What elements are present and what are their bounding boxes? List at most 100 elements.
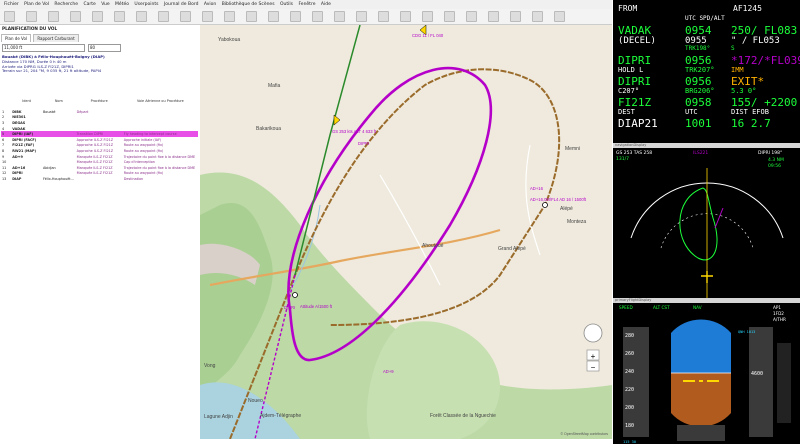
town-label: Grand Alépé — [498, 246, 526, 252]
navigation-display: navigationDisplay GS 253 TAS 258 131/7 I… — [613, 143, 800, 303]
menu-window[interactable]: Fenêtre — [298, 2, 315, 7]
flightplan-panel: PLANIFICATION DU VOL Plan de Vol Rapport… — [0, 25, 201, 439]
pan-control-icon[interactable] — [583, 323, 603, 343]
menu-tools[interactable]: Outils — [280, 2, 293, 7]
col-name[interactable]: Nom — [42, 98, 76, 109]
town-label: Ajdem-Télégraphe — [260, 413, 301, 419]
weather-icon[interactable] — [444, 11, 455, 22]
print-icon[interactable] — [70, 11, 81, 22]
settings-icon[interactable] — [532, 11, 543, 22]
town-label: Memni — [565, 146, 580, 152]
user-icon[interactable] — [290, 11, 301, 22]
mcdu-line-field: TRK198° — [685, 45, 711, 52]
airway-icon[interactable] — [268, 11, 279, 22]
col-ident[interactable]: Ident — [11, 98, 42, 109]
vsi — [777, 343, 791, 423]
col-airway[interactable]: Voie Aérienne ou Procédure — [123, 98, 198, 109]
panel-tabs: Plan de Vol Rapport Carburant — [1, 34, 80, 42]
route-icon[interactable] — [136, 11, 147, 22]
flightplan-table: Ident Nom Procédure Voie Aérienne ou Pro… — [1, 98, 198, 182]
new-icon[interactable] — [4, 11, 15, 22]
menu-help[interactable]: Aide — [321, 2, 331, 7]
panel-title: PLANIFICATION DU VOL — [2, 26, 58, 31]
route-waypoint-label: AD+16,0M/FL4 AD 16 / 1500ft — [530, 197, 587, 202]
menu-view[interactable]: Vue — [101, 2, 109, 7]
dipri-waypoint[interactable] — [292, 292, 298, 298]
menu-flightplan[interactable]: Plan de Vol — [24, 2, 49, 7]
zoom-out-icon: − — [591, 363, 596, 372]
direct-icon[interactable] — [158, 11, 169, 22]
table-cell: Destination — [123, 176, 144, 181]
town-label: Noueo — [248, 398, 263, 404]
zoom-field[interactable]: 80 — [88, 44, 121, 52]
waypoint-icon[interactable] — [246, 11, 257, 22]
mcdu-line-field: DIAP21 — [618, 117, 658, 130]
zoom-icon[interactable] — [356, 11, 367, 22]
inbound-track — [294, 25, 361, 276]
menu-file[interactable]: Fichier — [4, 2, 19, 7]
ndb-icon[interactable] — [224, 11, 235, 22]
col-num — [1, 98, 11, 109]
ad16-waypoint[interactable] — [542, 202, 548, 208]
flightplan-summary: Bouaké (DIBK) à Félix-Houphouët-Boigny (… — [2, 54, 198, 74]
legend-icon[interactable] — [510, 11, 521, 22]
airport-icon[interactable] — [180, 11, 191, 22]
mcdu-line-field: 5.3 0° — [731, 87, 757, 95]
mcdu-line-field: HOLD L — [618, 66, 644, 74]
table-cell: DIAP — [12, 176, 22, 181]
baro-setting: QNH 1013 — [738, 330, 755, 334]
table-row[interactable]: 13 DIAP Félix-Houphouët... Destination — [1, 176, 198, 182]
mcdu-line-field: C207° — [618, 87, 640, 95]
help-icon[interactable] — [554, 11, 565, 22]
altitude-readout: 4600 — [751, 371, 763, 377]
town-label: Bakarikoua — [256, 126, 281, 132]
mcdu-line-field: IMM — [731, 66, 744, 74]
nd-compass — [630, 168, 784, 298]
road-1 — [379, 174, 441, 286]
aircraft-icon[interactable] — [312, 11, 323, 22]
mcdu-line-field: 1001 — [685, 117, 712, 130]
compass-icon[interactable] — [422, 11, 433, 22]
nd-window-title: navigationDisplay — [615, 143, 647, 147]
range-icon[interactable] — [400, 11, 411, 22]
aircraft-label: CDG 11 / FL 040 — [412, 33, 444, 38]
menu-logbook[interactable]: Journal de Bord — [164, 2, 199, 7]
undo-icon[interactable] — [92, 11, 103, 22]
menu-scenery[interactable]: Bibliothèque de Scènes — [222, 2, 275, 7]
map-canvas[interactable]: + − Yabokoua Mafia Bakarikoua Memni Alép… — [200, 25, 612, 439]
mcdu-line-field: TRK207° — [685, 66, 715, 74]
pfd-window-title: primaryFlightDisplay — [615, 298, 652, 302]
town-label: Monteza — [567, 219, 586, 225]
tab-flightplan[interactable]: Plan de Vol — [1, 34, 32, 42]
wind-icon[interactable] — [466, 11, 477, 22]
menu-bar: Fichier Plan de Vol Recherche Carte Vue … — [0, 0, 612, 9]
mcdu-header-sub: UTC SPD/ALT — [685, 15, 725, 22]
menu-userpoints[interactable]: Userpoints — [134, 2, 158, 7]
town-label: Mafia — [268, 83, 280, 89]
nd-holding — [679, 187, 718, 261]
menu-map[interactable]: Carte — [83, 2, 95, 7]
measure-icon[interactable] — [378, 11, 389, 22]
grid-icon[interactable] — [488, 11, 499, 22]
altitude-label: Attitude A/1500 ft — [300, 304, 333, 309]
town-label: Ahoutoué — [422, 243, 444, 249]
aircraft-icon[interactable] — [333, 114, 341, 126]
mach-readout: 115 30 — [623, 440, 636, 444]
open-icon[interactable] — [26, 11, 37, 22]
save-icon[interactable] — [48, 11, 59, 22]
mcdu-display: FROM AF1245 UTC SPD/ALT VADAK 0954 250/ FL… — [613, 0, 800, 143]
redo-icon[interactable] — [114, 11, 125, 22]
map-view[interactable]: + − Yabokoua Mafia Bakarikoua Memni Alép… — [200, 25, 612, 439]
tab-fuel-report[interactable]: Rapport Carburant — [33, 34, 79, 42]
menu-search[interactable]: Recherche — [54, 2, 78, 7]
col-procedure[interactable]: Procédure — [76, 98, 123, 109]
menu-aircraft[interactable]: Avion — [204, 2, 216, 7]
nd-ils-course — [714, 207, 724, 229]
vor-icon[interactable] — [202, 11, 213, 22]
table-row[interactable]: 5 DIPRI (IAF) Transition DIPRI Fly heading … — [1, 131, 198, 137]
altitude-tape — [749, 327, 773, 437]
center-icon[interactable] — [334, 11, 345, 22]
filter-row: 11,000 ft 80 — [2, 44, 198, 52]
menu-weather[interactable]: Météo — [115, 2, 129, 7]
altitude-input[interactable]: 11,000 ft — [2, 44, 85, 52]
